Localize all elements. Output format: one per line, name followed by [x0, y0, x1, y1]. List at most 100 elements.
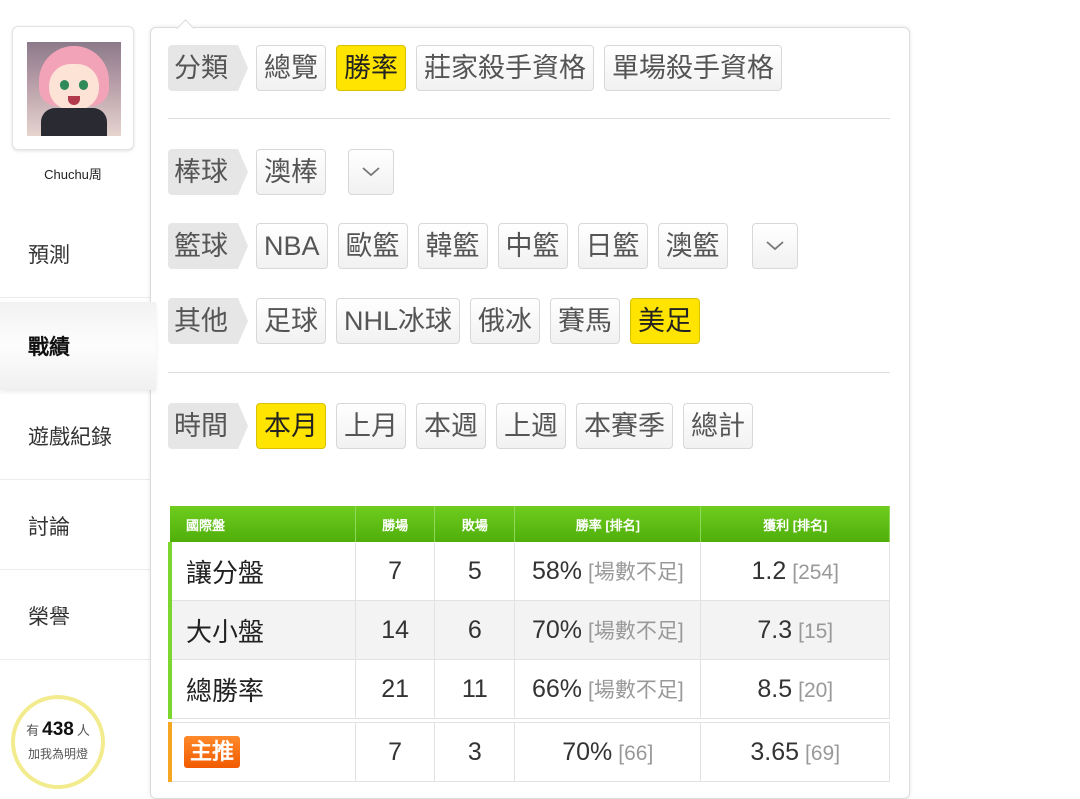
chip-last-month[interactable]: 上月	[336, 403, 406, 449]
sidebar: Chuchu周 預測 戰績 遊戲紀錄 討論 榮譽 有 438 人 加我為明燈	[0, 0, 156, 789]
chip-aus-basketball[interactable]: 澳籃	[657, 223, 728, 269]
chip-russia-hockey[interactable]: 俄冰	[470, 298, 541, 344]
chip-japan-basketball[interactable]: 日籃	[577, 223, 648, 269]
main-pick-table: 主推 7 3 70% [66] 3.65 [69]	[167, 722, 890, 782]
row-name: 大小盤	[167, 600, 356, 660]
fans-prefix: 有	[26, 723, 40, 738]
chip-this-season[interactable]: 本賽季	[576, 403, 673, 449]
row-wins: 7	[355, 722, 436, 782]
category-filter-row: 分類 總覽 勝率 莊家殺手資格 單場殺手資格	[168, 44, 792, 92]
chip-euro-basketball[interactable]: 歐籃	[337, 223, 408, 269]
divider	[168, 118, 890, 119]
profit-value: 1.2	[751, 556, 787, 585]
category-label: 分類	[168, 45, 248, 91]
fans-counter[interactable]: 有 438 人 加我為明燈	[11, 695, 105, 789]
row-name: 總勝率	[167, 659, 356, 719]
profit-rank: [15]	[798, 619, 834, 643]
chip-this-week[interactable]: 本週	[416, 403, 486, 449]
tab-overview[interactable]: 總覽	[256, 45, 326, 91]
tab-win-rate[interactable]: 勝率	[336, 45, 406, 91]
row-losses: 11	[434, 659, 516, 719]
other-filter-row: 其他 足球 NHL冰球 俄冰 賽馬 美足	[168, 297, 710, 345]
time-filter-row: 時間 本月 上月 本週 上週 本賽季 總計	[168, 402, 763, 450]
nav-item-game-log[interactable]: 遊戲紀錄	[0, 392, 150, 480]
avatar[interactable]	[12, 26, 134, 150]
col-header-losses: 敗場	[434, 506, 516, 542]
other-label: 其他	[168, 298, 248, 344]
row-losses: 3	[434, 722, 516, 782]
row-rate: 66% [場數不足]	[514, 659, 702, 719]
row-losses: 6	[434, 600, 516, 660]
profit-rank: [20]	[798, 678, 834, 702]
fans-text: 加我為明燈	[27, 747, 88, 761]
profit-rank: [69]	[805, 741, 841, 765]
basketball-filter-row: 籃球 NBA 歐籃 韓籃 中籃 日籃 澳籃	[168, 222, 798, 270]
chevron-down-icon	[362, 167, 380, 177]
row-profit: 8.5 [20]	[700, 659, 890, 719]
time-label: 時間	[168, 403, 248, 449]
nav-item-record[interactable]: 戰績	[0, 302, 156, 390]
chip-american-football[interactable]: 美足	[630, 298, 701, 344]
rate-value: 66%	[531, 675, 583, 703]
rate-value: 70%	[562, 737, 613, 766]
chip-soccer[interactable]: 足球	[256, 298, 326, 344]
baseball-filter-row: 棒球 澳棒	[168, 148, 394, 196]
row-rate: 70% [66]	[514, 722, 702, 782]
avatar-image	[27, 42, 121, 136]
chip-nhl[interactable]: NHL冰球	[336, 298, 461, 344]
table-row: 大小盤 14 6 70% [場數不足] 7.3 [15]	[167, 600, 890, 660]
profit-rank: [254]	[792, 560, 839, 584]
table-header: 國際盤 勝場 敗場 勝率 [排名] 獲利 [排名]	[170, 506, 890, 542]
chip-aus-baseball[interactable]: 澳棒	[256, 149, 326, 195]
row-rate: 70% [場數不足]	[514, 600, 702, 660]
profit-value: 3.65	[750, 737, 800, 766]
basketball-label: 籃球	[168, 223, 248, 269]
stats-table: 國際盤 勝場 敗場 勝率 [排名] 獲利 [排名] 讓分盤 7 5 58% [場數…	[167, 506, 890, 719]
divider	[168, 372, 890, 373]
chip-total[interactable]: 總計	[683, 403, 753, 449]
row-rate: 58% [場數不足]	[514, 542, 702, 601]
table-row: 讓分盤 7 5 58% [場數不足] 1.2 [254]	[167, 542, 890, 601]
rate-value: 58%	[531, 557, 583, 585]
nav-item-predict[interactable]: 預測	[0, 210, 150, 298]
row-wins: 21	[355, 659, 436, 719]
basketball-more-dropdown[interactable]	[751, 223, 798, 269]
tab-single-killer[interactable]: 單場殺手資格	[604, 45, 782, 91]
row-losses: 5	[434, 542, 516, 601]
row-profit: 3.65 [69]	[700, 722, 890, 782]
rate-rank: [場數不足]	[588, 679, 684, 702]
main-pick-name: 主推	[167, 722, 356, 782]
row-profit: 1.2 [254]	[700, 542, 890, 601]
rate-rank: [場數不足]	[588, 620, 684, 643]
username: Chuchu周	[44, 167, 102, 182]
row-profit: 7.3 [15]	[700, 600, 890, 660]
chip-korea-basketball[interactable]: 韓籃	[417, 223, 488, 269]
tab-banker-killer[interactable]: 莊家殺手資格	[416, 45, 594, 91]
row-wins: 7	[355, 542, 436, 601]
chip-this-month[interactable]: 本月	[256, 403, 326, 449]
col-header-rate: 勝率 [排名]	[514, 506, 702, 542]
main-pick-badge: 主推	[184, 736, 241, 768]
baseball-more-dropdown[interactable]	[348, 149, 394, 195]
baseball-label: 棒球	[168, 149, 248, 195]
rate-rank: [場數不足]	[588, 561, 684, 584]
chip-china-basketball[interactable]: 中籃	[497, 223, 568, 269]
nav-item-honor[interactable]: 榮譽	[0, 572, 150, 660]
table-row: 主推 7 3 70% [66] 3.65 [69]	[167, 722, 890, 782]
rate-rank: [66]	[618, 741, 654, 765]
col-header-profit: 獲利 [排名]	[700, 506, 890, 542]
table-row: 總勝率 21 11 66% [場數不足] 8.5 [20]	[167, 659, 890, 719]
fans-count: 438	[42, 719, 74, 740]
profit-value: 7.3	[757, 615, 793, 644]
chevron-down-icon	[765, 241, 784, 251]
rate-value: 70%	[531, 616, 583, 644]
col-header-market: 國際盤	[170, 506, 356, 542]
chip-last-week[interactable]: 上週	[496, 403, 566, 449]
chip-nba[interactable]: NBA	[256, 223, 328, 269]
row-wins: 14	[355, 600, 436, 660]
row-name: 讓分盤	[167, 542, 356, 601]
col-header-wins: 勝場	[355, 506, 436, 542]
nav-item-discussion[interactable]: 討論	[0, 482, 150, 570]
chip-horse-racing[interactable]: 賽馬	[550, 298, 621, 344]
profit-value: 8.5	[757, 674, 793, 703]
